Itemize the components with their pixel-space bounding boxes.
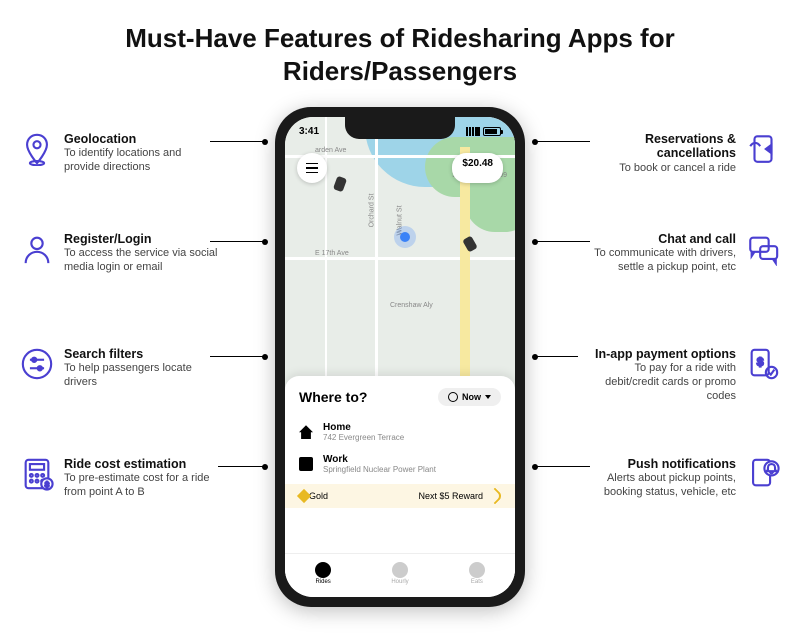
destination-home[interactable]: Home742 Evergreen Terrace <box>285 416 515 448</box>
connector-line <box>535 141 590 142</box>
map-label: Crenshaw Aly <box>390 302 433 309</box>
connector-line <box>210 141 265 142</box>
home-icon <box>299 425 313 439</box>
feature-chat: Chat and callTo communicate with drivers… <box>580 232 780 275</box>
filters-icon <box>20 347 54 381</box>
chat-icon <box>746 232 780 266</box>
calculator-icon: $ <box>20 457 54 491</box>
menu-button[interactable] <box>297 153 327 183</box>
hourly-icon <box>392 562 408 578</box>
feature-geolocation: GeolocationTo identify locations and pro… <box>20 132 220 175</box>
diagram-container: 3:41 arden Ave State Highway 99 Orchard … <box>0 97 800 637</box>
tab-hourly[interactable]: Hourly <box>391 562 408 585</box>
pin-icon <box>20 132 54 166</box>
connector-line <box>210 241 265 242</box>
phone-frame: 3:41 arden Ave State Highway 99 Orchard … <box>275 107 525 607</box>
battery-icon <box>483 127 501 136</box>
eats-icon <box>469 562 485 578</box>
feature-register: Register/LoginTo access the service via … <box>20 232 220 275</box>
work-icon <box>299 457 313 471</box>
feature-payment: $ In-app payment optionsTo pay for a rid… <box>580 347 780 404</box>
map-label: Orchard St <box>368 194 375 228</box>
feature-push: Push notificationsAlerts about pickup po… <box>580 457 780 500</box>
connector-line <box>218 466 265 467</box>
status-time: 3:41 <box>299 126 319 137</box>
user-icon <box>20 232 54 266</box>
tab-eats[interactable]: Eats <box>469 562 485 585</box>
destination-work[interactable]: WorkSpringfield Nuclear Power Plant <box>285 448 515 480</box>
feature-filters: Search filtersTo help passengers locate … <box>20 347 220 390</box>
arrow-icon <box>487 488 504 505</box>
swipe-icon <box>746 132 780 166</box>
page-title: Must-Have Features of Ridesharing Apps f… <box>0 0 800 87</box>
rewards-row[interactable]: Gold Next $5 Reward <box>285 484 515 508</box>
tab-bar: Rides Hourly Eats <box>285 553 515 593</box>
svg-text:$: $ <box>45 481 49 489</box>
svg-text:$: $ <box>757 356 764 368</box>
feature-cost: $ Ride cost estimationTo pre-estimate co… <box>20 457 220 500</box>
feature-reservations: Reservations & cancellationsTo book or c… <box>580 132 780 176</box>
user-location-dot <box>400 232 410 242</box>
bottom-sheet: Where to? Now Home742 Evergreen Terrace … <box>285 376 515 597</box>
connector-line <box>535 241 590 242</box>
rides-icon <box>315 562 331 578</box>
where-to-input[interactable]: Where to? <box>299 389 367 405</box>
connector-line <box>535 466 590 467</box>
phone-notch <box>345 117 455 139</box>
schedule-button[interactable]: Now <box>438 388 501 406</box>
signal-icon <box>466 127 480 136</box>
bell-icon <box>746 457 780 491</box>
connector-line <box>535 356 578 357</box>
tab-rides[interactable]: Rides <box>315 562 331 585</box>
phone-screen: 3:41 arden Ave State Highway 99 Orchard … <box>285 117 515 597</box>
payment-icon: $ <box>746 347 780 381</box>
map-label: Walnut St <box>397 205 404 235</box>
map-label: E 17th Ave <box>315 250 349 257</box>
connector-line <box>210 356 265 357</box>
price-badge[interactable]: $20.48 <box>452 153 503 183</box>
